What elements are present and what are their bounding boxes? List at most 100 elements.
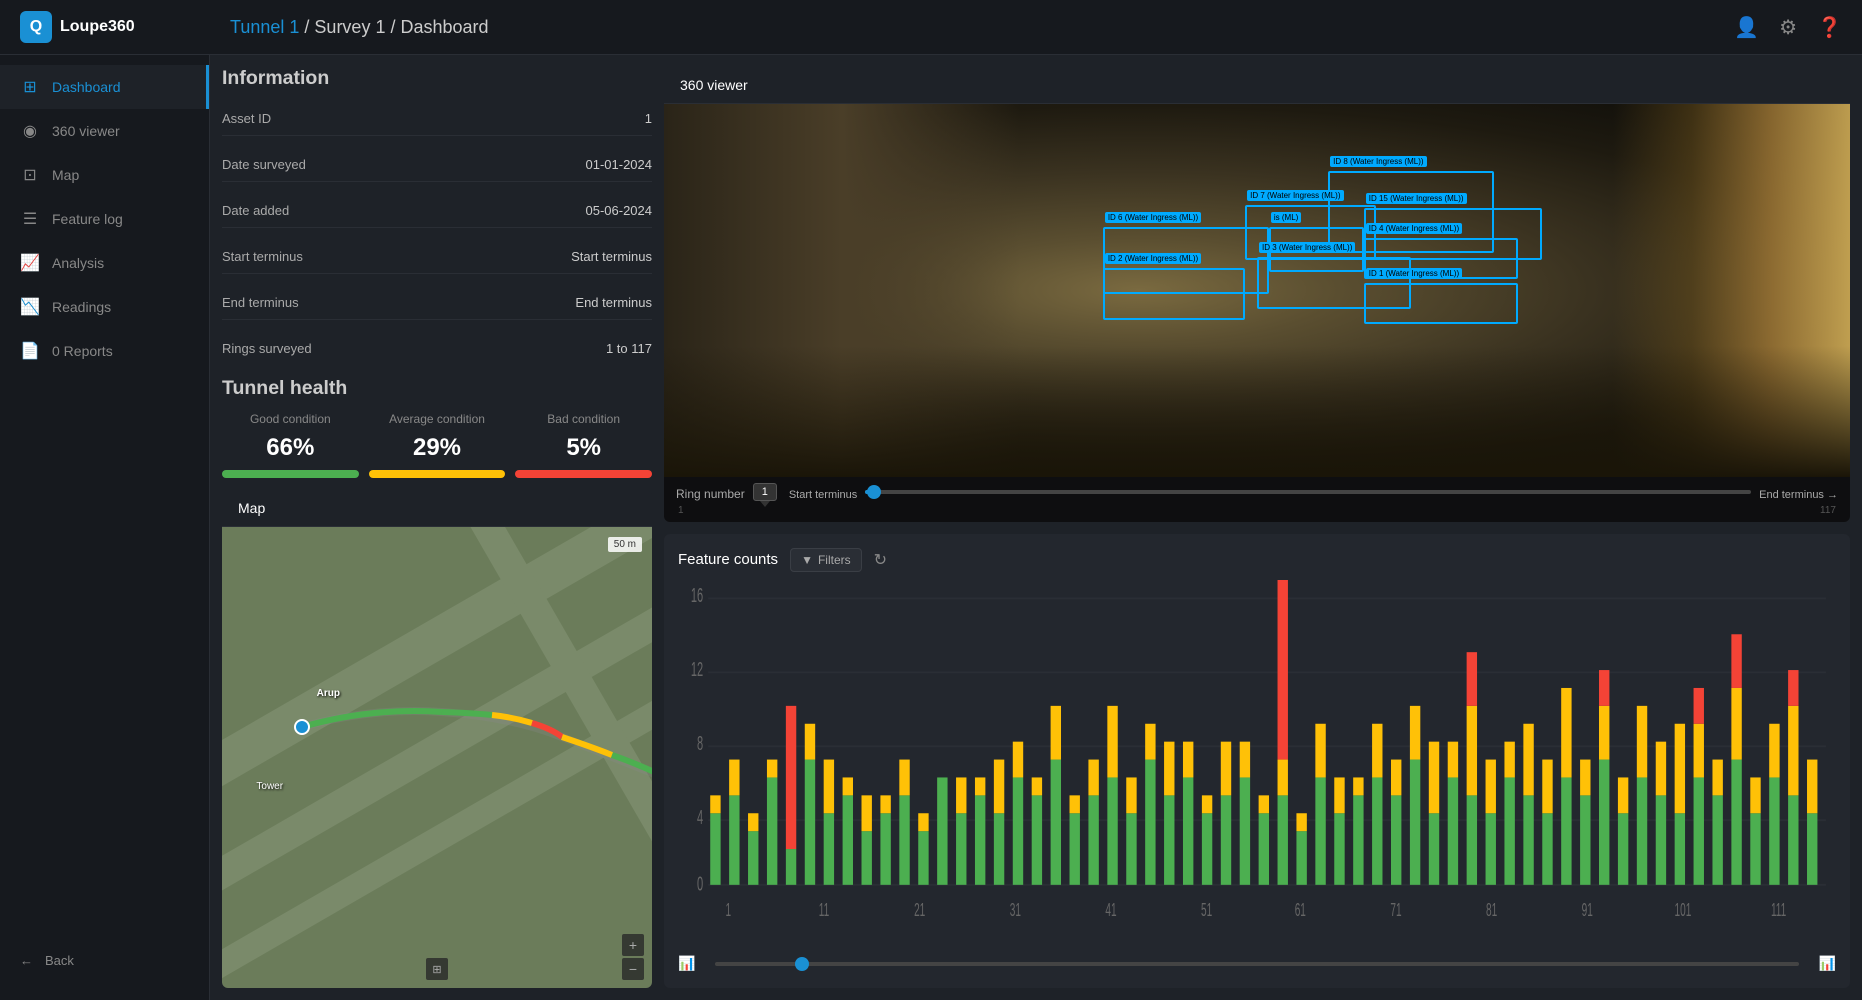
health-good-label: Good condition [222, 412, 359, 426]
map-zoom-out[interactable]: − [622, 958, 644, 980]
user-icon[interactable]: 👤 [1734, 15, 1759, 40]
info-value-date-surveyed: 01-01-2024 [586, 157, 653, 172]
info-label-start: Start terminus [222, 249, 303, 264]
sidebar-item-featurelog[interactable]: ☰ Feature log [0, 197, 209, 241]
chart-slider-track[interactable] [715, 962, 1798, 966]
tunnel-health-panel: Tunnel health Good condition 66% Average… [222, 377, 652, 478]
chart-slider-right-icon: 📊 [1819, 955, 1836, 972]
feature-chart-svg: 16 12 8 4 0 1 11 21 31 41 [678, 580, 1836, 950]
dashboard-icon: ⊞ [20, 77, 40, 97]
chart-title: Feature counts [678, 551, 778, 568]
svg-text:41: 41 [1105, 901, 1116, 921]
sidebar: ⊞ Dashboard ◉ 360 viewer ⊡ Map ☰ Feature… [0, 55, 210, 1000]
info-label-end: End terminus [222, 295, 299, 310]
sidebar-label-readings: Readings [52, 299, 111, 315]
sidebar-label-featurelog: Feature log [52, 211, 123, 227]
svg-text:4: 4 [697, 806, 703, 828]
detection-label-4: ID 4 (Water Ingress (ML)) [1366, 223, 1462, 234]
tunnel-path-svg [222, 527, 652, 988]
info-label-asset: Asset ID [222, 111, 271, 126]
svg-text:0: 0 [697, 872, 703, 894]
map-zoom-in[interactable]: + [622, 934, 644, 956]
tunnel-floor [664, 346, 1850, 476]
header: Q Loupe360 Tunnel 1 / Survey 1 / Dashboa… [0, 0, 1862, 55]
refresh-button[interactable]: ↻ [874, 550, 887, 570]
svg-text:71: 71 [1390, 901, 1401, 921]
detection-label-8: ID 8 (Water Ingress (ML)) [1330, 156, 1426, 167]
breadcrumb-sep2: / [390, 17, 400, 37]
svg-text:51: 51 [1201, 901, 1212, 921]
svg-text:91: 91 [1582, 901, 1593, 921]
svg-text:16: 16 [691, 584, 703, 606]
back-arrow-icon: ← [20, 953, 33, 968]
info-label-date-surveyed: Date surveyed [222, 157, 306, 172]
content-area: Information Asset ID 1 Date surveyed 01-… [210, 55, 1862, 1000]
sidebar-label-analysis: Analysis [52, 255, 104, 271]
ring-slider-track[interactable] [865, 490, 1751, 494]
filters-button[interactable]: ▼ Filters [790, 548, 862, 572]
viewer360-icon: ◉ [20, 121, 40, 141]
detection-box-1: ID 1 (Water Ingress (ML)) [1364, 283, 1518, 324]
back-label: Back [45, 953, 74, 968]
chart-area: 16 12 8 4 0 1 11 21 31 41 [678, 580, 1836, 950]
ring-slider-thumb[interactable] [867, 485, 881, 499]
ring-tooltip-arrow [760, 501, 770, 507]
info-value-start: Start terminus [571, 249, 652, 264]
chart-slider-thumb[interactable] [795, 957, 809, 971]
map-content: 50 m Arup Tower [222, 527, 652, 988]
app-logo-icon: Q [20, 11, 52, 43]
detection-label-1: ID 1 (Water Ingress (ML)) [1366, 268, 1462, 279]
sidebar-item-360viewer[interactable]: ◉ 360 viewer [0, 109, 209, 153]
reports-icon: 📄 [20, 341, 40, 361]
svg-text:11: 11 [819, 901, 829, 921]
back-button[interactable]: ← Back [0, 941, 209, 980]
settings-icon[interactable]: ⚙ [1779, 15, 1797, 40]
info-row-date-added: Date added 05-06-2024 [222, 194, 652, 228]
filter-icon: ▼ [801, 553, 813, 567]
chart-header: Feature counts ▼ Filters ↻ [678, 548, 1836, 572]
info-row-asset: Asset ID 1 [222, 102, 652, 136]
svg-text:1: 1 [726, 901, 732, 921]
health-bad-bar [515, 470, 652, 478]
svg-text:101: 101 [1675, 901, 1692, 921]
map-nav-icon: ⊡ [20, 165, 40, 185]
svg-text:8: 8 [697, 732, 703, 754]
ring-tooltip-container: 1 [753, 483, 777, 501]
map-header: Map [222, 490, 652, 527]
sidebar-item-map[interactable]: ⊡ Map [0, 153, 209, 197]
ring-tooltip: 1 [753, 483, 777, 501]
sidebar-label-reports: 0 Reports [52, 343, 113, 359]
sidebar-item-analysis[interactable]: 📈 Analysis [0, 241, 209, 285]
info-row-end: End terminus End terminus [222, 286, 652, 320]
sidebar-item-reports[interactable]: 📄 0 Reports [0, 329, 209, 373]
info-title: Information [222, 67, 652, 90]
svg-text:81: 81 [1486, 901, 1497, 921]
sidebar-item-dashboard[interactable]: ⊞ Dashboard [0, 65, 209, 109]
map-title: Map [238, 500, 265, 516]
detection-label-ml: is (ML) [1271, 212, 1301, 223]
ring-number-label: Ring number [676, 487, 745, 501]
breadcrumb-page: Dashboard [401, 17, 489, 37]
ring-tooltip-value: 1 [762, 486, 768, 498]
map-bg: 50 m Arup Tower [222, 527, 652, 988]
ring-controls: Ring number 1 Start terminus End terminu… [664, 477, 1850, 522]
breadcrumb-survey: Survey 1 [314, 17, 385, 37]
viewer360-bg: ID 8 (Water Ingress (ML)) ID 7 (Water In… [664, 104, 1850, 477]
ring-min: 1 [678, 505, 684, 516]
breadcrumb-tunnel[interactable]: Tunnel 1 [230, 17, 299, 37]
chart-slider-left-icon: 📊 [678, 955, 695, 972]
feature-counts-panel: Feature counts ▼ Filters ↻ 16 12 8 4 0 [664, 534, 1850, 989]
detection-label-15: ID 15 (Water Ingress (ML)) [1366, 193, 1467, 204]
breadcrumb: Tunnel 1 / Survey 1 / Dashboard [230, 17, 1734, 38]
viewer360-panel: 360 viewer ID 8 (Water Ingress (ML)) [664, 67, 1850, 522]
viewer360-header: 360 viewer [664, 67, 1850, 104]
svg-text:61: 61 [1295, 901, 1306, 921]
health-good-value: 66% [222, 434, 359, 462]
ring-max: 117 [1820, 505, 1836, 516]
sidebar-item-readings[interactable]: 📉 Readings [0, 285, 209, 329]
map-controls: + − [622, 934, 644, 980]
svg-text:21: 21 [914, 901, 925, 921]
map-layers-icon[interactable]: ⊞ [426, 958, 448, 980]
help-icon[interactable]: ❓ [1817, 15, 1842, 40]
health-bad-label: Bad condition [515, 412, 652, 426]
